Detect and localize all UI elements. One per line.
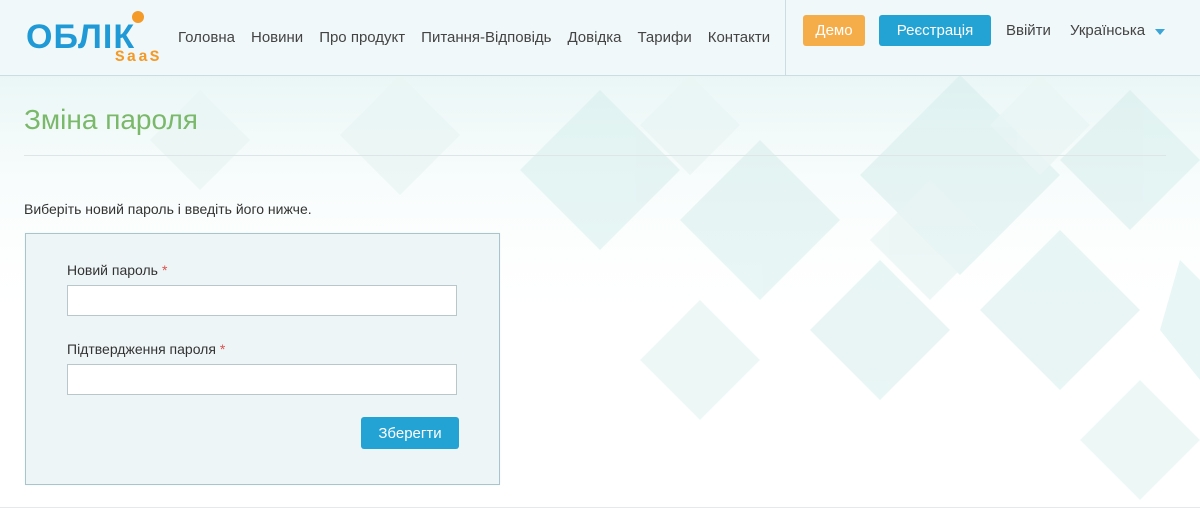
nav-item-news[interactable]: Новини xyxy=(243,30,311,45)
required-mark: * xyxy=(219,341,226,357)
save-button[interactable]: Зберегти xyxy=(361,417,459,449)
nav-item-pricing[interactable]: Тарифи xyxy=(629,30,699,45)
required-mark: * xyxy=(161,262,168,278)
footer-divider xyxy=(0,507,1200,508)
confirm-password-label-text: Підтвердження пароля xyxy=(67,341,216,357)
change-password-form: Новий пароль * Підтвердження пароля * Збер… xyxy=(25,233,500,485)
nav-item-about[interactable]: Про продукт xyxy=(311,30,413,45)
login-link[interactable]: Ввійти xyxy=(1006,22,1051,39)
site-header: ОБЛІК SaaS Головна Новини Про продукт Пи… xyxy=(0,0,1200,76)
nav-item-home[interactable]: Головна xyxy=(170,30,243,45)
title-divider xyxy=(24,155,1166,156)
intro-text: Виберіть новий пароль і введіть його ниж… xyxy=(24,201,312,217)
new-password-label: Новий пароль * xyxy=(67,262,167,278)
main-nav: Головна Новини Про продукт Питання-Відпо… xyxy=(170,0,778,75)
logo[interactable]: ОБЛІК SaaS xyxy=(24,10,174,68)
new-password-label-text: Новий пароль xyxy=(67,262,158,278)
register-button[interactable]: Реєстрація xyxy=(879,15,991,46)
nav-item-contacts[interactable]: Контакти xyxy=(700,30,778,45)
demo-button[interactable]: Демо xyxy=(803,15,865,46)
language-selector[interactable]: Українська xyxy=(1070,22,1166,39)
header-divider xyxy=(785,0,786,75)
page-title: Зміна пароля xyxy=(24,104,198,135)
confirm-password-input[interactable] xyxy=(67,364,457,395)
logo-dot-icon xyxy=(132,11,144,23)
chevron-down-icon xyxy=(1155,29,1166,35)
new-password-input[interactable] xyxy=(67,285,457,316)
confirm-password-label: Підтвердження пароля * xyxy=(67,341,225,357)
language-label: Українська xyxy=(1070,22,1146,39)
nav-item-help[interactable]: Довідка xyxy=(559,30,629,45)
nav-item-faq[interactable]: Питання-Відповідь xyxy=(413,30,559,45)
logo-subtext: SaaS xyxy=(115,48,162,66)
